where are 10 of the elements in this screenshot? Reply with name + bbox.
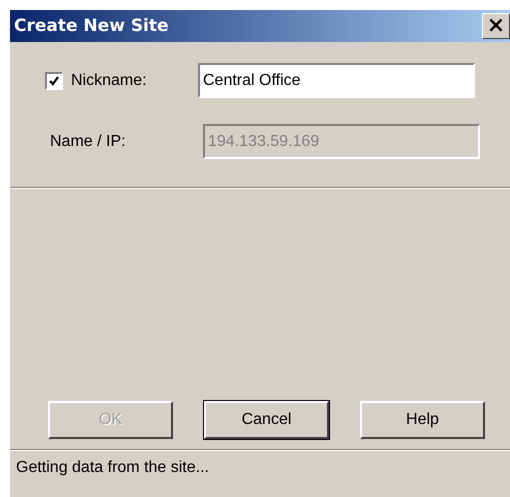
dialog-button[interactable]: Cancel [204, 401, 329, 439]
close-button[interactable]: × [482, 13, 510, 39]
input-field[interactable]: Central Office [198, 63, 475, 98]
window-title: Create New Site [14, 16, 169, 36]
status-text: Getting data from the site... [15, 458, 210, 477]
field-label: Nickname: [71, 72, 147, 90]
checkbox[interactable] [45, 72, 63, 90]
dialog-button[interactable]: Help [360, 401, 485, 439]
field-label: Name / IP: [50, 132, 126, 150]
check-icon [48, 74, 60, 86]
